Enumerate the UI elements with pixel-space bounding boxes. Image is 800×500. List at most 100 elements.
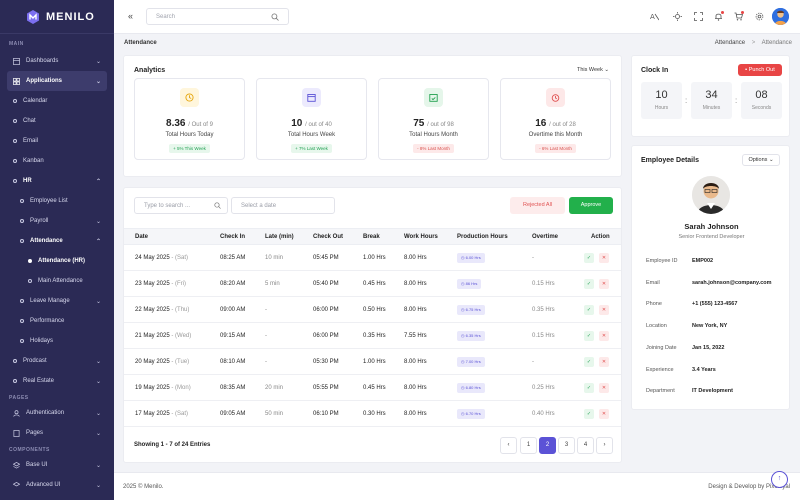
sidebar-item-label: Kanban [23, 158, 44, 164]
sun-icon[interactable] [673, 12, 682, 21]
reject-row-button[interactable]: ✕ [599, 383, 609, 393]
fullscreen-icon[interactable] [694, 12, 703, 21]
cell-check-in: 08:25 AM [220, 255, 246, 261]
bullet-icon [20, 319, 24, 323]
avatar[interactable] [772, 8, 789, 25]
options-dropdown[interactable]: Options ⌄ [742, 154, 780, 166]
clock-icon: ◷ [461, 255, 465, 260]
approve-row-button[interactable]: ✓ [584, 279, 594, 289]
translate-icon[interactable]: A [650, 12, 659, 21]
sidebar-item-pages[interactable]: Pages ⌄ [0, 423, 114, 443]
bullet-icon [20, 239, 24, 243]
sidebar-item-label: Payroll [30, 218, 49, 224]
sidebar-item-dashboards[interactable]: Dashboards ⌄ [0, 51, 114, 71]
sidebar-item-prodcast[interactable]: Prodcast ⌄ [0, 351, 114, 371]
pagination-page-4[interactable]: 4 [577, 437, 594, 454]
punch-out-button[interactable]: ▪ Punch Out [738, 64, 782, 76]
sidebar-item-payroll[interactable]: Payroll ⌄ [0, 211, 114, 231]
stat-label: Total Hours Today [165, 132, 214, 138]
rejected-all-button[interactable]: Rejected All [510, 197, 565, 214]
approve-row-button[interactable]: ✓ [584, 305, 594, 315]
stat-number: 16 [535, 118, 547, 129]
svg-text:A: A [650, 13, 655, 21]
field-label: Phone [646, 301, 662, 308]
table-row: 21 May 2025 - (Wed) 09:15 AM - 06:00 PM 0.35… [124, 323, 621, 349]
approve-button[interactable]: Approve [569, 197, 613, 214]
sidebar-item-kanban[interactable]: Kanban [0, 151, 114, 171]
reject-row-button[interactable]: ✕ [599, 279, 609, 289]
approve-row-button[interactable]: ✓ [584, 409, 594, 419]
sidebar-item-calendar[interactable]: Calendar [0, 91, 114, 111]
gear-icon[interactable] [755, 12, 764, 21]
pagination-prev[interactable]: ‹ [500, 437, 517, 454]
reject-row-button[interactable]: ✕ [599, 409, 609, 419]
approve-row-button[interactable]: ✓ [584, 331, 594, 341]
sidebar-item-base-ui[interactable]: Base UI ⌄ [0, 455, 114, 475]
sidebar-item-label: Attendance [30, 238, 63, 244]
approve-row-button[interactable]: ✓ [584, 383, 594, 393]
reject-row-button[interactable]: ✕ [599, 331, 609, 341]
date-text: 23 May 2025 [135, 281, 170, 287]
cell-check-out: 06:00 PM [313, 307, 339, 313]
column-header-late: Late (min) [265, 234, 294, 240]
approve-row-button[interactable]: ✓ [584, 253, 594, 263]
reject-row-button[interactable]: ✕ [599, 305, 609, 315]
analytics-filter-dropdown[interactable]: This Week ⌄ [577, 67, 609, 73]
logo[interactable]: MENILO [0, 0, 114, 34]
production-text: 6.35 Hrs [465, 333, 481, 338]
clock-icon: ◷ [461, 333, 465, 338]
field-value: EMP002 [692, 258, 714, 264]
sidebar-item-email[interactable]: Email [0, 131, 114, 151]
sidebar-item-attendance[interactable]: Attendance ⌃ [0, 231, 114, 251]
employee-title: Employee Details [641, 157, 699, 164]
sidebar-item-applications[interactable]: Applications ⌄ [7, 71, 107, 91]
date-text: 17 May 2025 [135, 411, 170, 417]
pagination-next[interactable]: › [596, 437, 613, 454]
table-row: 22 May 2025 - (Thu) 09:00 AM - 06:00 PM 0.50… [124, 297, 621, 323]
sidebar-item-attendance-hr[interactable]: Attendance (HR) [0, 251, 114, 271]
production-badge: ◷ 6.70 Hrs [457, 409, 485, 419]
cell-break: 1.00 Hrs [363, 359, 386, 365]
scroll-top-icon[interactable]: ↑ [771, 471, 788, 488]
reject-row-button[interactable]: ✕ [599, 253, 609, 263]
sidebar-item-label: Performance [30, 318, 65, 324]
hours-label: Hours [654, 105, 669, 111]
reject-row-button[interactable]: ✕ [599, 357, 609, 367]
app-name: MENILO [46, 10, 95, 23]
analytics-card: Analytics This Week ⌄ 8.36 / Out of 9 To… [123, 55, 622, 177]
sidebar-item-performance[interactable]: Performance [0, 311, 114, 331]
cell-work: 8.00 Hrs [404, 385, 427, 391]
sidebar-item-real-estate[interactable]: Real Estate ⌄ [0, 371, 114, 391]
sidebar-item-employee-list[interactable]: Employee List [0, 191, 114, 211]
pagination-page-2[interactable]: 2 [539, 437, 556, 454]
date-text: 22 May 2025 [135, 307, 170, 313]
breadcrumb-parent[interactable]: Attendance [715, 40, 745, 46]
pagination-page-1[interactable]: 1 [520, 437, 537, 454]
sidebar-item-authentication[interactable]: Authentication ⌄ [0, 403, 114, 423]
sidebar-item-holidays[interactable]: Holidays [0, 331, 114, 351]
bullet-icon [13, 99, 17, 103]
bullet-icon [28, 259, 32, 263]
table-row: 17 May 2025 - (Sat) 09:05 AM 50 min 06:10 P… [124, 401, 621, 427]
pagination-page-3[interactable]: 3 [558, 437, 575, 454]
field-label: Department [646, 388, 675, 395]
user-icon [13, 409, 20, 417]
hours-box: 10 Hours [641, 82, 682, 119]
approve-row-button[interactable]: ✓ [584, 357, 594, 367]
date-picker-input[interactable]: Select a date [231, 197, 335, 214]
sidebar-item-main-attendance[interactable]: Main Attendance [0, 271, 114, 291]
cell-check-out: 05:45 PM [313, 255, 339, 261]
cell-date: 21 May 2025 - (Wed) [135, 333, 191, 339]
cell-check-in: 08:35 AM [220, 385, 246, 391]
table-search-input[interactable]: Type to search ... [134, 197, 228, 214]
sidebar-item-leave-manage[interactable]: Leave Manage ⌄ [0, 291, 114, 311]
sidebar-item-advanced-ui[interactable]: Advanced UI ⌄ [0, 475, 114, 495]
sidebar-item-hr[interactable]: HR ⌃ [0, 171, 114, 191]
production-badge: ◷ 6.80 Hrs [457, 383, 485, 393]
menu-collapse-icon[interactable]: « [128, 11, 133, 21]
search-input[interactable]: Search [146, 8, 289, 25]
trend-badge: - 6% Last Month [535, 144, 576, 153]
date-text: 21 May 2025 [135, 333, 170, 339]
sidebar-item-chat[interactable]: Chat [0, 111, 114, 131]
cell-break: 1.00 Hrs [363, 255, 386, 261]
